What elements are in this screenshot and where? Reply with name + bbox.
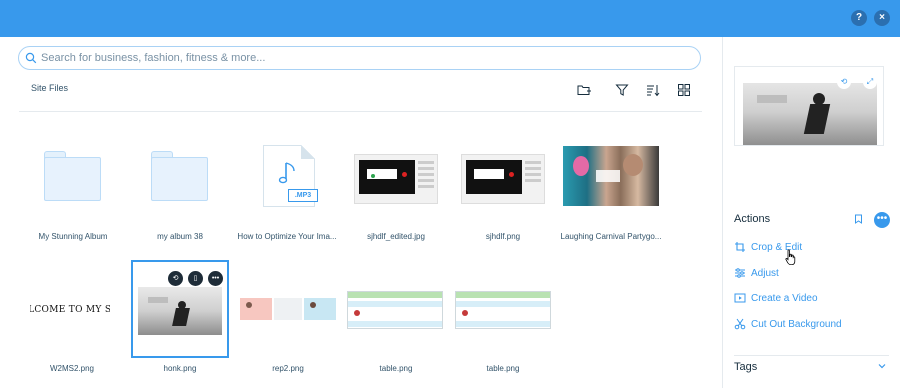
- more-options-icon[interactable]: •••: [208, 271, 223, 286]
- site-files-title: Site Files: [31, 83, 69, 93]
- image-thumbnail[interactable]: [461, 154, 545, 204]
- cut-out-background-action[interactable]: Cut Out Background: [734, 318, 842, 330]
- file-name: my album 38: [157, 232, 203, 241]
- selected-file-card[interactable]: ⟲ ▯ •••: [131, 260, 229, 358]
- file-name: Laughing Carnival Partygo...: [560, 232, 662, 241]
- music-note-icon: [278, 162, 295, 184]
- image-thumbnail[interactable]: [240, 296, 336, 322]
- header-divider: [19, 111, 702, 112]
- sliders-icon: [735, 268, 745, 278]
- filter-icon[interactable]: [615, 83, 629, 97]
- file-type-badge: .MP3: [288, 189, 318, 202]
- image-thumbnail[interactable]: [347, 291, 443, 329]
- expand-icon[interactable]: ⤢: [863, 75, 877, 89]
- search-icon: [25, 52, 37, 64]
- bookmark-icon[interactable]: ▯: [188, 271, 203, 286]
- action-label: Cut Out Background: [751, 318, 842, 330]
- file-name: W2MS2.png: [49, 364, 95, 373]
- sort-icon[interactable]: [646, 83, 660, 97]
- adjust-action[interactable]: Adjust: [734, 267, 779, 279]
- image-thumbnail[interactable]: [455, 291, 551, 329]
- bookmark-icon[interactable]: [854, 214, 863, 224]
- file-name: sjhdlf.png: [485, 232, 521, 241]
- file-name: honk.png: [163, 364, 197, 373]
- create-video-action[interactable]: Create a Video: [734, 292, 818, 304]
- scissors-icon: [734, 318, 746, 330]
- file-name: sjhdlf_edited.jpg: [367, 232, 425, 241]
- grid-view-icon[interactable]: [677, 83, 691, 97]
- file-name: table.png: [379, 364, 413, 373]
- new-folder-icon[interactable]: [577, 83, 591, 97]
- tags-title[interactable]: Tags: [734, 361, 757, 373]
- more-actions-button[interactable]: •••: [874, 212, 890, 228]
- video-icon: [734, 293, 746, 303]
- image-thumbnail: [138, 287, 222, 335]
- help-button[interactable]: ?: [851, 10, 867, 26]
- actions-title: Actions: [734, 213, 771, 225]
- chevron-down-icon[interactable]: [878, 363, 886, 369]
- image-thumbnail[interactable]: WELCOME TO MY SITE: [30, 280, 110, 340]
- file-name: rep2.png: [272, 364, 304, 373]
- search-input[interactable]: [41, 52, 700, 64]
- panel-divider: [734, 355, 889, 356]
- crop-icon[interactable]: ⟲: [837, 75, 851, 89]
- image-preview: ⟲ ⤢: [734, 66, 884, 146]
- image-thumbnail[interactable]: [354, 154, 438, 204]
- close-button[interactable]: ×: [874, 10, 890, 26]
- thumbnail-text: WELCOME TO MY SITE: [30, 305, 110, 315]
- crop-icon: [735, 242, 745, 252]
- file-name: table.png: [486, 364, 520, 373]
- hand-cursor-icon: [785, 249, 796, 265]
- file-name: My Stunning Album: [38, 232, 108, 241]
- action-label: Create a Video: [751, 292, 818, 304]
- crop-icon[interactable]: ⟲: [168, 271, 183, 286]
- file-name: How to Optimize Your Ima...: [237, 232, 337, 241]
- search-bar[interactable]: [18, 46, 701, 70]
- audio-file-thumbnail[interactable]: .MP3: [263, 145, 318, 207]
- top-bar: [0, 0, 900, 37]
- action-label: Adjust: [751, 267, 779, 279]
- image-thumbnail[interactable]: [563, 146, 659, 206]
